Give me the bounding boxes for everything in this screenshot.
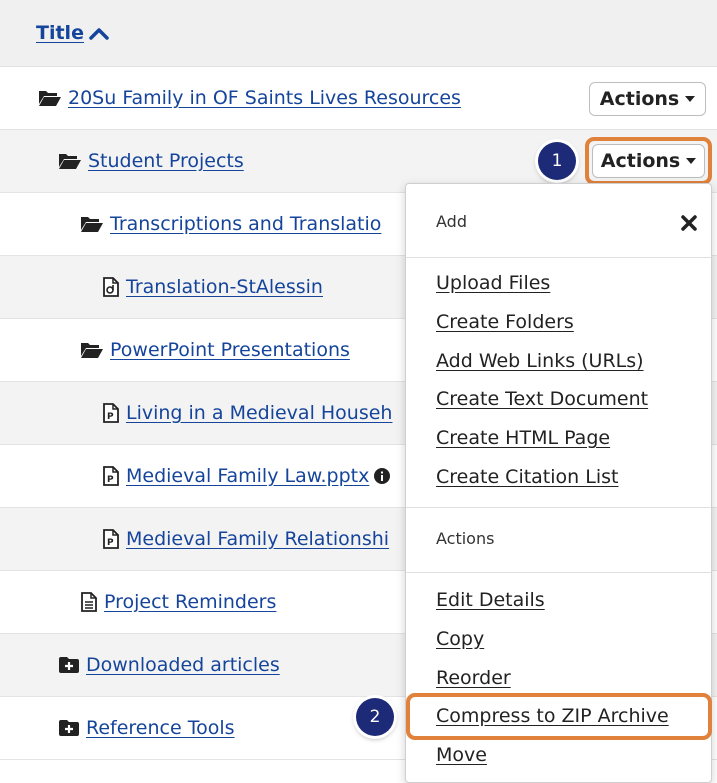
dropdown-heading-add: Add — [436, 212, 467, 231]
menu-item-copy[interactable]: Copy — [436, 628, 484, 650]
powerpoint-file-icon: P — [103, 529, 119, 549]
divider — [406, 507, 711, 508]
actions-button-root[interactable]: Actions — [589, 82, 706, 116]
svg-text:P: P — [107, 412, 114, 422]
folder-link-20su-family[interactable]: 20Su Family in OF Saints Lives Resources — [68, 87, 461, 109]
highlight-actions-button — [585, 137, 712, 185]
actions-label: Actions — [599, 88, 680, 110]
menu-item-create-citation-list[interactable]: Create Citation List — [436, 466, 618, 488]
divider — [406, 257, 711, 258]
powerpoint-file-icon: P — [103, 466, 119, 486]
folder-plus-icon — [59, 657, 79, 673]
folder-open-icon — [59, 154, 81, 169]
sort-ascending-icon[interactable] — [88, 25, 110, 41]
menu-item-create-folders[interactable]: Create Folders — [436, 311, 574, 333]
menu-item-create-text-document[interactable]: Create Text Document — [436, 388, 648, 410]
menu-item-create-html-page[interactable]: Create HTML Page — [436, 427, 610, 449]
folder-open-icon — [39, 91, 61, 106]
folder-open-icon — [81, 217, 103, 232]
chevron-down-icon — [685, 96, 696, 102]
highlight-compress-zip — [406, 693, 712, 740]
folder-link-reference-tools[interactable]: Reference Tools — [86, 717, 235, 739]
close-icon[interactable] — [681, 215, 697, 231]
menu-item-upload-files[interactable]: Upload Files — [436, 272, 550, 294]
info-icon[interactable] — [374, 468, 391, 484]
dropdown-heading-actions: Actions — [436, 529, 495, 548]
file-link-project-reminders[interactable]: Project Reminders — [104, 591, 276, 613]
menu-item-move[interactable]: Move — [436, 744, 487, 766]
step-badge-2: 2 — [356, 698, 394, 736]
title-sort-link[interactable]: Title — [36, 22, 84, 44]
folder-link-downloaded-articles[interactable]: Downloaded articles — [86, 654, 280, 676]
menu-item-add-web-links[interactable]: Add Web Links (URLs) — [436, 350, 644, 372]
powerpoint-file-icon: P — [103, 403, 119, 423]
folder-plus-icon — [59, 720, 79, 736]
file-link-translation-stalessin[interactable]: Translation-StAlessin — [126, 276, 323, 298]
folder-link-transcriptions[interactable]: Transcriptions and Translatio — [110, 213, 381, 235]
folder-open-icon — [81, 343, 103, 358]
svg-text:P: P — [107, 475, 114, 485]
table-header: Title — [0, 0, 717, 67]
menu-item-edit-details[interactable]: Edit Details — [436, 589, 545, 611]
audio-file-icon — [103, 277, 119, 297]
menu-item-reorder[interactable]: Reorder — [436, 667, 511, 689]
file-link-medieval-family-relationships[interactable]: Medieval Family Relationshi — [126, 528, 389, 550]
text-file-icon — [81, 592, 97, 612]
file-link-medieval-family-law[interactable]: Medieval Family Law.pptx — [126, 465, 369, 487]
divider — [406, 572, 711, 573]
table-row: 20Su Family in OF Saints Lives Resources… — [0, 67, 717, 130]
svg-text:P: P — [107, 538, 114, 548]
folder-link-student-projects[interactable]: Student Projects — [88, 150, 244, 172]
folder-link-powerpoint-presentations[interactable]: PowerPoint Presentations — [110, 339, 350, 361]
step-badge-1: 1 — [538, 142, 576, 180]
file-link-living-medieval[interactable]: Living in a Medieval Househ — [126, 402, 392, 424]
